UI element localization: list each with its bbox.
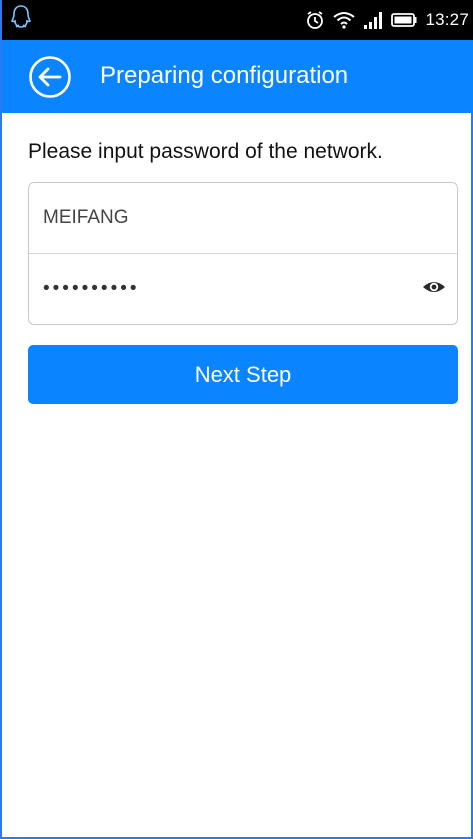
password-prompt: Please input password of the network. [28, 140, 383, 163]
app-frame: 13:27 Preparing configuration Please inp… [0, 0, 473, 839]
network-form [28, 182, 458, 325]
status-bar: 13:27 [2, 0, 473, 40]
ssid-field[interactable] [29, 183, 457, 253]
wifi-icon [333, 12, 356, 29]
next-step-button[interactable]: Next Step [28, 345, 458, 404]
eye-icon[interactable] [422, 278, 446, 296]
signal-icon [364, 12, 383, 29]
qq-penguin-icon [11, 5, 31, 28]
status-time: 13:27 [425, 10, 469, 29]
battery-icon [391, 13, 417, 27]
alarm-icon [307, 11, 324, 29]
page-title: Preparing configuration [100, 62, 349, 89]
status-icons: 13:27 [305, 8, 469, 32]
back-arrow-circle-icon[interactable] [28, 55, 72, 99]
password-field[interactable] [29, 254, 409, 324]
app-bar: Preparing configuration [2, 40, 473, 113]
